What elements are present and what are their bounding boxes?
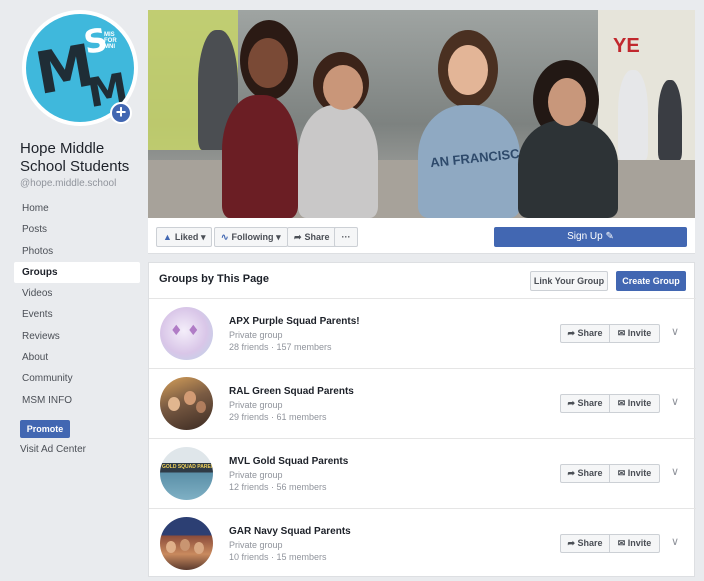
share-arrow-icon: ➦ (567, 468, 575, 478)
sidebar-item-groups[interactable]: Groups (14, 261, 140, 284)
sign-up-button[interactable]: Sign Up ✎ (494, 227, 687, 247)
groups-card: Groups by This Page Link Your Group Crea… (148, 262, 696, 578)
link-your-group-button[interactable]: Link Your Group (530, 271, 608, 291)
page-name[interactable]: Hope Middle School Students (20, 140, 144, 176)
sidebar-item-home[interactable]: Home (14, 198, 140, 219)
group-share-button[interactable]: ➦ Share (560, 464, 610, 483)
group-share-button[interactable]: ➦ Share (560, 394, 610, 413)
group-thumbnail[interactable]: ♦ ♦ (160, 307, 213, 360)
group-stats: 10 friends · 15 members (229, 552, 327, 562)
group-type: Private group (229, 330, 283, 340)
group-name[interactable]: APX Purple Squad Parents! (229, 316, 360, 327)
group-row: RAL Green Squad Parents Private group 29… (149, 368, 696, 438)
group-stats: 28 friends · 157 members (229, 342, 332, 352)
chevron-down-icon[interactable]: ∨ (671, 325, 679, 338)
cover-photo[interactable]: YE AN FRANCISCO (148, 10, 695, 218)
rss-icon: ∿ (221, 232, 229, 242)
visit-ad-center-link[interactable]: Visit Ad Center (20, 444, 86, 455)
page-action-bar: ▲ Liked ▾ ∿ Following ▾ ➦ Share ··· Sign Up… (148, 218, 695, 254)
more-options-button[interactable]: ··· (334, 227, 358, 247)
envelope-icon: ✉ (617, 328, 626, 338)
sidebar-item-community[interactable]: Community (14, 368, 140, 389)
group-thumbnail[interactable] (160, 517, 213, 570)
chevron-down-icon[interactable]: ∨ (671, 465, 679, 478)
share-arrow-icon: ➦ (567, 328, 575, 338)
group-stats: 29 friends · 61 members (229, 412, 327, 422)
chevron-down-icon[interactable]: ∨ (671, 395, 679, 408)
group-type: Private group (229, 400, 283, 410)
liked-button[interactable]: ▲ Liked ▾ (156, 227, 213, 247)
group-invite-button[interactable]: ✉ Invite (610, 394, 660, 413)
card-title: Groups by This Page (159, 273, 270, 285)
envelope-icon: ✉ (617, 538, 626, 548)
group-name[interactable]: MVL Gold Squad Parents (229, 456, 348, 467)
group-invite-button[interactable]: ✉ Invite (610, 324, 660, 343)
envelope-icon: ✉ (617, 468, 626, 478)
sidebar-item-events[interactable]: Events (14, 304, 140, 325)
group-invite-button[interactable]: ✉ Invite (610, 534, 660, 553)
thumbs-up-icon: ▲ (163, 232, 172, 242)
share-arrow-icon: ➦ (294, 232, 302, 242)
page-handle: @hope.middle.school (20, 178, 117, 189)
sidebar-item-photos[interactable]: Photos (14, 241, 140, 262)
group-type: Private group (229, 540, 283, 550)
following-button[interactable]: ∿ Following ▾ (214, 227, 288, 247)
sidebar-item-posts[interactable]: Posts (14, 219, 140, 240)
sidebar: M S MIS FOR MNI M + Hope Middle School S… (14, 8, 144, 578)
share-button[interactable]: ➦ Share (287, 227, 337, 247)
group-name[interactable]: GAR Navy Squad Parents (229, 526, 351, 537)
add-photo-icon[interactable]: + (110, 102, 132, 124)
caret-down-icon: ▾ (200, 232, 206, 242)
group-share-button[interactable]: ➦ Share (560, 324, 610, 343)
chevron-down-icon[interactable]: ∨ (671, 535, 679, 548)
sidebar-item-msm-info[interactable]: MSM INFO (14, 390, 140, 411)
cover-sign-text: YE (613, 35, 640, 57)
caret-down-icon: ▾ (276, 232, 281, 242)
group-thumbnail[interactable] (160, 377, 213, 430)
share-arrow-icon: ➦ (567, 398, 575, 408)
page-nav: Home Posts Photos Groups Videos Events R… (14, 198, 140, 411)
group-invite-button[interactable]: ✉ Invite (610, 464, 660, 483)
pencil-icon: ✎ (605, 231, 614, 242)
group-thumbnail[interactable]: GOLD SQUAD PARENTS (160, 447, 213, 500)
group-row: GAR Navy Squad Parents Private group 10 … (149, 508, 696, 578)
group-row: ♦ ♦ APX Purple Squad Parents! Private gr… (149, 298, 696, 368)
group-row: GOLD SQUAD PARENTS MVL Gold Squad Parent… (149, 438, 696, 508)
group-type: Private group (229, 470, 283, 480)
group-name[interactable]: RAL Green Squad Parents (229, 386, 354, 397)
promote-button[interactable]: Promote (20, 420, 70, 438)
sidebar-item-about[interactable]: About (14, 347, 140, 368)
sidebar-item-reviews[interactable]: Reviews (14, 326, 140, 347)
create-group-button[interactable]: Create Group (616, 271, 686, 291)
group-share-button[interactable]: ➦ Share (560, 534, 610, 553)
envelope-icon: ✉ (617, 398, 626, 408)
sidebar-item-videos[interactable]: Videos (14, 283, 140, 304)
group-stats: 12 friends · 56 members (229, 482, 327, 492)
share-arrow-icon: ➦ (567, 538, 575, 548)
